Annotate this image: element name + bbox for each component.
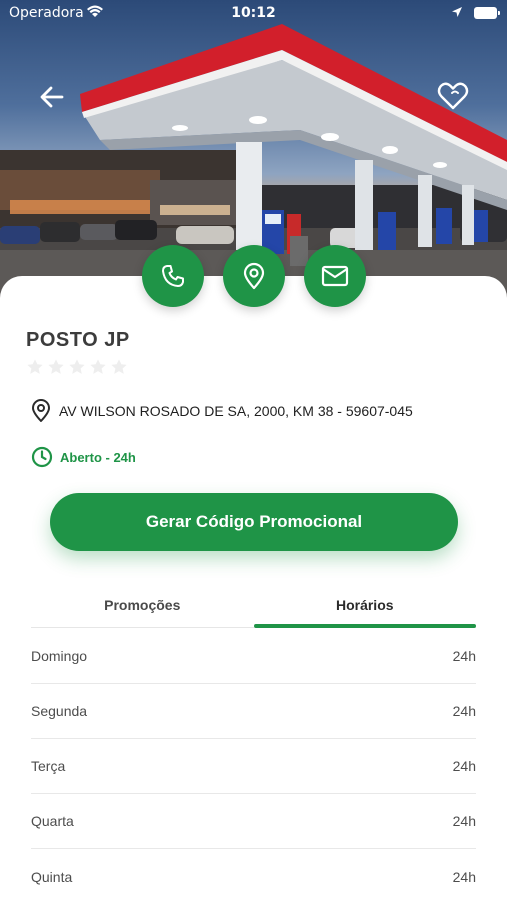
clock-icon	[31, 446, 53, 468]
location-arrow-icon	[452, 7, 462, 17]
tab-horarios[interactable]: Horários	[253, 586, 477, 628]
day-hours: 24h	[452, 758, 476, 774]
rating-stars	[26, 358, 128, 376]
status-bar: Operadora 10:12	[0, 0, 507, 28]
star-icon[interactable]	[68, 358, 86, 376]
star-icon[interactable]	[47, 358, 65, 376]
schedule-row: Segunda 24h	[31, 684, 476, 739]
station-name: POSTO JP	[26, 329, 130, 351]
email-button[interactable]	[304, 245, 366, 307]
tab-promocoes[interactable]: Promoções	[31, 586, 254, 627]
star-icon[interactable]	[26, 358, 44, 376]
mail-icon	[321, 265, 349, 287]
call-button[interactable]	[142, 245, 204, 307]
address-row[interactable]: AV WILSON ROSADO DE SA, 2000, KM 38 - 59…	[31, 399, 413, 423]
generate-promo-code-button[interactable]: Gerar Código Promocional	[50, 493, 458, 551]
map-button[interactable]	[223, 245, 285, 307]
phone-icon	[162, 265, 184, 287]
day-label: Quinta	[31, 868, 73, 885]
address-text: AV WILSON ROSADO DE SA, 2000, KM 38 - 59…	[59, 403, 413, 419]
day-label: Quarta	[31, 813, 74, 829]
clock: 10:12	[231, 5, 276, 21]
schedule-row: Quarta 24h	[31, 794, 476, 849]
star-icon[interactable]	[89, 358, 107, 376]
schedule-row: Domingo 24h	[31, 629, 476, 684]
day-hours: 24h	[452, 813, 476, 829]
day-label: Domingo	[31, 648, 88, 664]
contact-actions	[0, 245, 507, 309]
location-pin-icon	[32, 399, 50, 422]
open-status: Aberto - 24h	[60, 449, 136, 465]
day-label: Segunda	[31, 703, 88, 719]
schedule-row: Terça 24h	[31, 739, 476, 794]
open-hours-row: Aberto - 24h	[31, 446, 136, 468]
battery-icon	[474, 7, 500, 19]
day-hours: 24h	[452, 648, 476, 664]
star-icon[interactable]	[110, 358, 128, 376]
schedule-list: Domingo 24h Segunda 24h Terça 24h Quarta…	[31, 629, 476, 900]
map-pin-icon	[243, 262, 265, 290]
back-arrow-icon[interactable]	[36, 82, 68, 112]
day-label: Terça	[31, 758, 66, 774]
day-hours: 24h	[452, 703, 476, 719]
favorite-heart-icon[interactable]	[436, 79, 470, 113]
tab-bar: Promoções Horários	[31, 586, 476, 628]
schedule-row: Quinta 24h	[31, 849, 476, 900]
day-hours: 24h	[452, 868, 476, 885]
